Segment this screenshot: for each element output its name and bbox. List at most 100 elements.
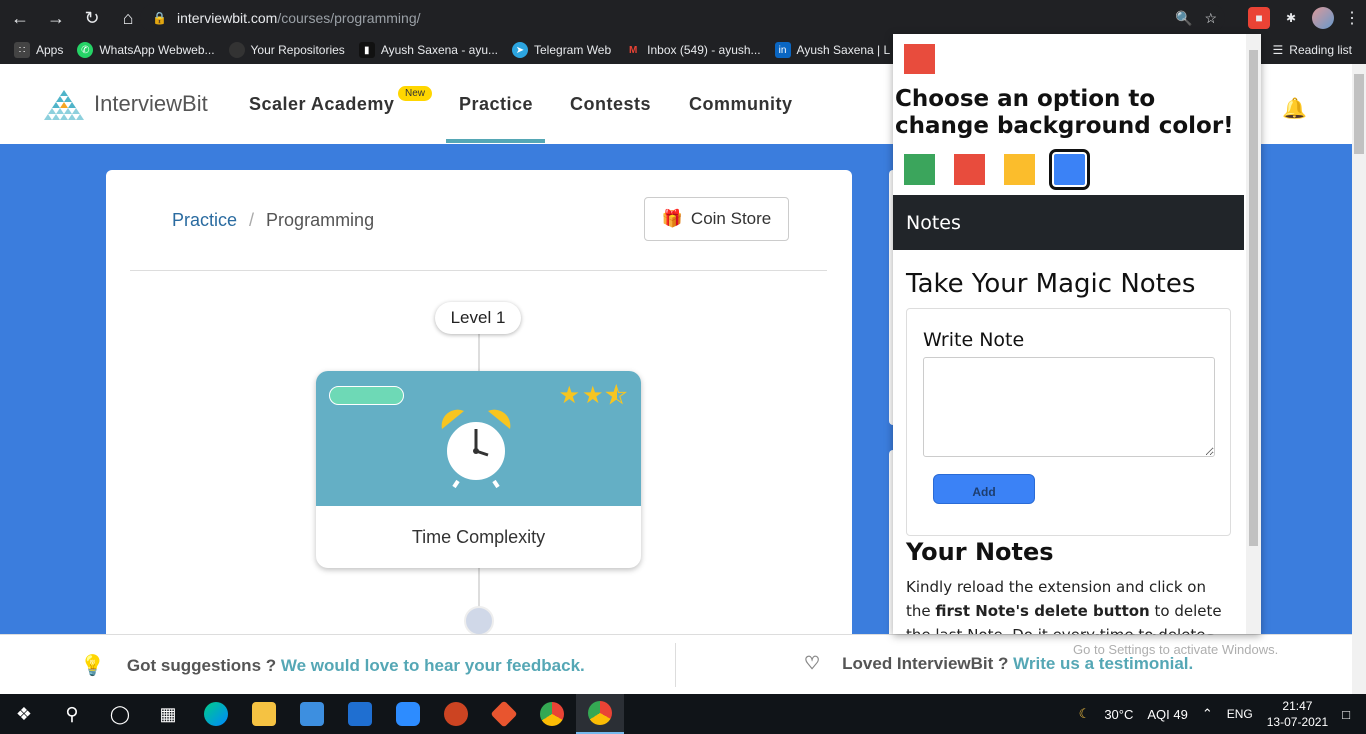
- profile-avatar[interactable]: [1312, 7, 1334, 29]
- add-note-button[interactable]: Add: [933, 474, 1035, 504]
- edge-icon[interactable]: [192, 694, 240, 734]
- site-icon: ▮: [358, 42, 375, 58]
- topic-name: Time Complexity: [411, 526, 546, 547]
- weather-aqi[interactable]: AQI 49: [1147, 707, 1187, 722]
- extension-icon[interactable]: ■: [1248, 7, 1270, 29]
- notes-text-bold: first Note's delete button: [935, 602, 1150, 620]
- clock-date: 13-07-2021: [1266, 715, 1329, 729]
- logo-triangles-icon: [44, 90, 84, 120]
- task-view-icon[interactable]: ▦: [144, 694, 192, 734]
- cortana-icon[interactable]: ◯: [96, 694, 144, 734]
- new-badge: New: [398, 86, 433, 101]
- logo-text: InterviewBit: [94, 91, 208, 116]
- coin-store-label: Coin Store: [690, 209, 772, 228]
- breadcrumb-separator: /: [249, 210, 255, 230]
- telegram-icon: ➤: [512, 42, 528, 58]
- extension-popup: Choose an option to change background co…: [893, 34, 1261, 634]
- chrome-icon[interactable]: [528, 694, 576, 734]
- nav-scaler-academy[interactable]: Scaler Academy: [249, 94, 394, 115]
- level-label: Level 1: [435, 302, 521, 334]
- breadcrumb-programming: Programming: [266, 210, 375, 230]
- forward-icon[interactable]: →: [40, 2, 72, 34]
- system-clock[interactable]: 21:47 13-07-2021: [1267, 698, 1328, 730]
- browser-toolbar: ← → ↻ ⌂ 🔒 interviewbit.com/courses/progr…: [0, 0, 1366, 36]
- nav-contests[interactable]: Contests: [570, 94, 651, 115]
- suggestions-text: Got suggestions ? We would love to hear …: [127, 656, 585, 676]
- nav-practice[interactable]: Practice: [459, 94, 533, 115]
- linkedin-icon: in: [774, 42, 791, 58]
- bookmark-github[interactable]: Your Repositories: [228, 42, 345, 58]
- half-star-icon: ★: [605, 382, 629, 410]
- whatsapp-icon: ✆: [77, 42, 94, 58]
- bookmark-telegram[interactable]: ➤ Telegram Web: [512, 42, 611, 58]
- bookmark-codechef[interactable]: ▮ Ayush Saxena - ayu...: [358, 42, 498, 58]
- alarm-clock-icon: [441, 409, 511, 489]
- color-swatches: [904, 149, 1090, 190]
- git-icon[interactable]: [480, 694, 528, 734]
- language-indicator[interactable]: ENG: [1227, 707, 1253, 721]
- reading-list-icon: ☰: [1272, 43, 1284, 57]
- write-note-label: Write Note: [923, 329, 1025, 351]
- github-icon: [228, 42, 245, 58]
- swatch-green[interactable]: [904, 154, 935, 185]
- divider: [130, 270, 827, 271]
- breadcrumb-practice[interactable]: Practice: [172, 210, 237, 231]
- bookmark-gmail[interactable]: M Inbox (549) - ayush...: [625, 42, 761, 58]
- menu-icon[interactable]: ⋮: [1344, 8, 1360, 28]
- bookmark-apps[interactable]: ∷ Apps: [14, 42, 63, 58]
- bookmark-whatsapp[interactable]: ✆ WhatsApp Webweb...: [77, 42, 215, 58]
- feedback-link[interactable]: We would love to hear your feedback.: [281, 656, 585, 675]
- bookmark-star-icon[interactable]: ☆: [1204, 10, 1217, 27]
- puzzle-icon[interactable]: ✱: [1280, 7, 1302, 29]
- lock-icon: 🔒: [152, 11, 167, 25]
- your-notes-title: Your Notes: [906, 538, 1054, 566]
- heart-chat-icon: ♡: [804, 653, 821, 673]
- bell-icon[interactable]: 🔔: [1282, 96, 1307, 121]
- web-icon[interactable]: [432, 694, 480, 734]
- weather-temp[interactable]: 30°C: [1104, 707, 1133, 722]
- notes-instructions: Kindly reload the extension and click on…: [906, 575, 1231, 634]
- store-icon[interactable]: [288, 694, 336, 734]
- windows-start-icon[interactable]: ❖: [0, 694, 48, 734]
- progress-pill: [329, 386, 404, 405]
- swatch-blue[interactable]: [1049, 149, 1090, 190]
- weather-icon[interactable]: ☾: [1079, 706, 1091, 722]
- topic-card-header: ★★★: [316, 371, 641, 506]
- swatch-red[interactable]: [954, 154, 985, 185]
- lightbulb-icon: 💡: [80, 655, 105, 677]
- coin-store-button[interactable]: 🎁 Coin Store: [644, 197, 789, 241]
- practice-card: Practice / Programming 🎁 Coin Store Leve…: [106, 170, 852, 640]
- gift-icon: 🎁: [661, 209, 683, 228]
- suggestions-label: Got suggestions ?: [126, 655, 277, 675]
- system-tray: ☾ 30°C AQI 49 ⌃ ENG 21:47 13-07-2021 □: [1079, 694, 1366, 734]
- write-note-card: Write Note Add: [906, 308, 1231, 536]
- chrome-active-icon[interactable]: [576, 694, 624, 734]
- choose-color-title: Choose an option to change background co…: [895, 86, 1234, 139]
- file-explorer-icon[interactable]: [240, 694, 288, 734]
- magic-notes-title: Take Your Magic Notes: [906, 269, 1196, 299]
- interviewbit-logo[interactable]: InterviewBit: [40, 88, 208, 120]
- reading-list[interactable]: ☰ Reading list: [1273, 36, 1352, 64]
- notification-icon[interactable]: □: [1342, 707, 1350, 722]
- page-scrollbar[interactable]: [1352, 64, 1366, 694]
- popup-scroll-thumb[interactable]: [1249, 50, 1258, 546]
- feedback-divider: [675, 643, 676, 687]
- zoom-app-icon[interactable]: [384, 694, 432, 734]
- swatch-yellow[interactable]: [1004, 154, 1035, 185]
- topic-card-time-complexity[interactable]: ★★★ Time Complexity: [316, 371, 641, 568]
- address-bar[interactable]: 🔒 interviewbit.com/courses/programming/ …: [140, 4, 1225, 32]
- nav-community[interactable]: Community: [689, 94, 793, 115]
- note-textarea[interactable]: [923, 357, 1215, 457]
- search-icon[interactable]: ⚲: [48, 694, 96, 734]
- back-icon[interactable]: ←: [4, 2, 36, 34]
- popup-scrollbar[interactable]: [1246, 34, 1261, 634]
- page-scroll-thumb[interactable]: [1354, 74, 1364, 154]
- clock-time: 21:47: [1282, 699, 1313, 713]
- current-color-indicator: [904, 44, 935, 74]
- star-icon: ★: [558, 382, 582, 409]
- reload-icon[interactable]: ↻: [76, 2, 108, 34]
- zoom-icon[interactable]: 🔍: [1175, 10, 1192, 27]
- chevron-up-icon[interactable]: ⌃: [1202, 706, 1213, 722]
- mail-icon[interactable]: [336, 694, 384, 734]
- bookmark-linkedin[interactable]: in Ayush Saxena | L: [774, 42, 890, 58]
